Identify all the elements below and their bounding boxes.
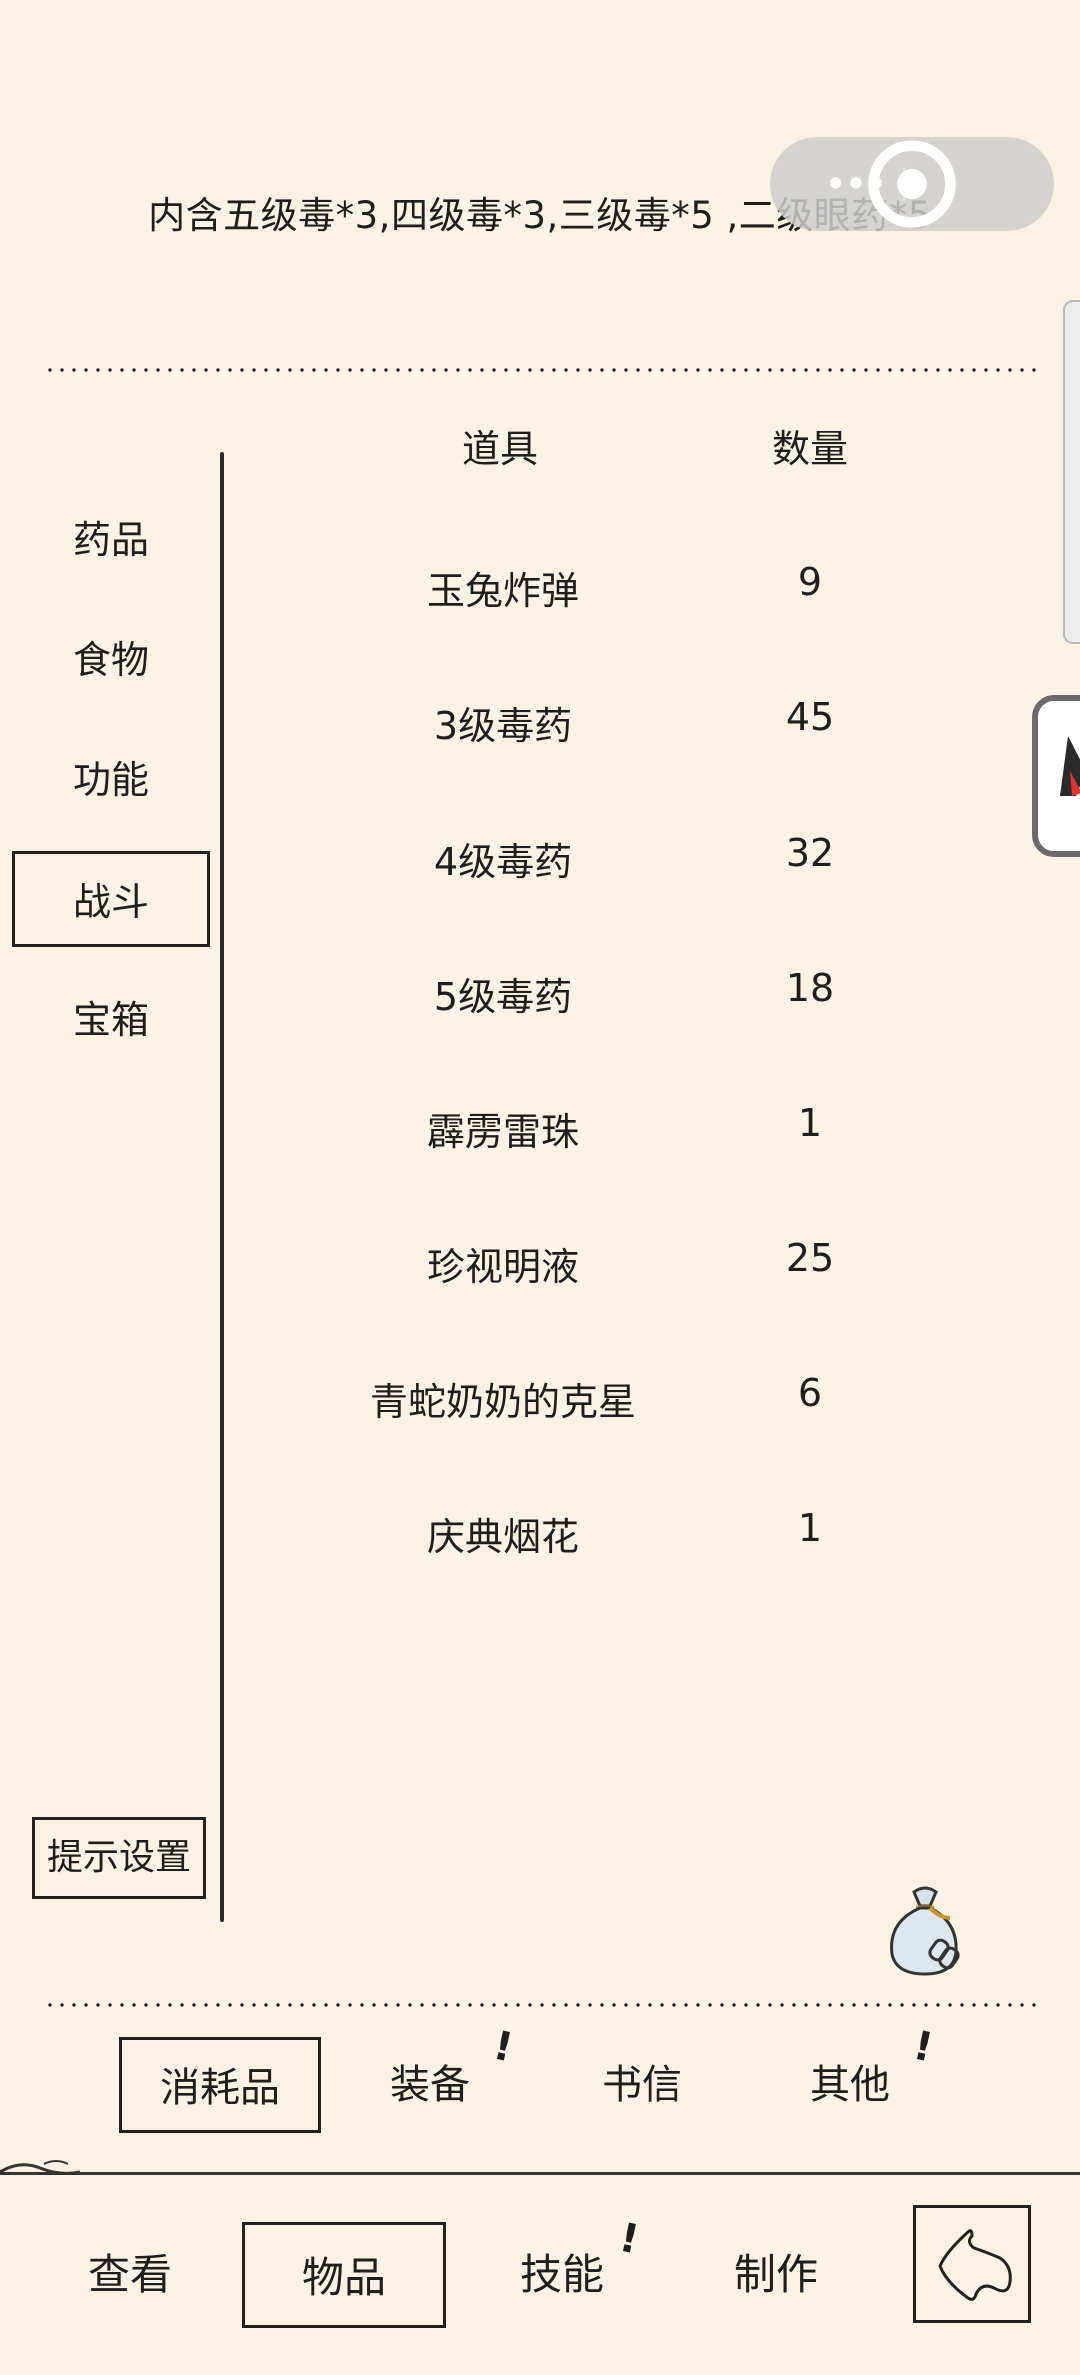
bottom-dotted-divider [44,2003,1036,2007]
item-name[interactable]: 4级毒药 [303,831,703,886]
category-chest[interactable]: 宝箱 [12,972,210,1068]
hint-settings-button[interactable]: 提示设置 [32,1817,206,1899]
item-name[interactable]: 5级毒药 [303,966,703,1021]
item-name[interactable]: 玉兔炸弹 [303,560,703,615]
item-qty: 1 [797,1506,823,1550]
inventory-screen: 内含五级毒*3,四级毒*3,三级毒*5 ,二级眼药*5 ••• 药品 食物 功能… [0,0,1080,2375]
item-name[interactable]: 青蛇奶奶的克星 [303,1371,703,1426]
money-bag-icon[interactable] [880,1882,970,1982]
item-qty: 45 [785,695,835,739]
item-qty: 6 [797,1371,823,1415]
item-qty: 1 [797,1101,823,1145]
bottom-bar-top-border [0,2172,1080,2175]
subtab-other[interactable]: 其他 [790,2037,910,2133]
item-name[interactable]: 庆典烟花 [303,1506,703,1561]
item-qty: 32 [785,831,835,875]
item-name[interactable]: 霹雳雷珠 [303,1101,703,1156]
item-qty: 18 [785,966,835,1010]
item-qty: 25 [785,1236,835,1280]
back-arrow-icon [938,2229,1012,2301]
category-medicine[interactable]: 药品 [12,492,210,588]
decorative-swirl-icon [0,2160,81,2175]
tab-items[interactable]: 物品 [242,2222,446,2328]
subtab-letters[interactable]: 书信 [582,2037,702,2133]
equipment-alert-mark: ! [489,2022,517,2072]
item-name[interactable]: 珍视明液 [303,1236,703,1291]
tab-skills[interactable]: 技能 [502,2222,622,2328]
sidebar-divider [220,452,224,1922]
category-function[interactable]: 功能 [12,732,210,828]
item-name[interactable]: 3级毒药 [303,695,703,750]
subtab-equipment[interactable]: 装备 [370,2037,490,2133]
floating-avatar-icon[interactable] [1032,695,1080,857]
subtab-consumables[interactable]: 消耗品 [119,2037,321,2133]
category-combat[interactable]: 战斗 [12,851,210,947]
other-alert-mark: ! [909,2022,937,2072]
side-drawer-tab[interactable] [1063,300,1080,644]
top-dotted-divider [44,368,1036,372]
column-header-qty: 数量 [771,427,848,471]
back-button[interactable] [913,2205,1031,2323]
target-circle-icon[interactable] [770,137,1054,231]
column-header-item: 道具 [461,427,538,471]
tab-view[interactable]: 查看 [62,2222,198,2328]
category-food[interactable]: 食物 [12,612,210,708]
tab-craft[interactable]: 制作 [716,2222,836,2328]
item-qty: 9 [797,560,823,604]
